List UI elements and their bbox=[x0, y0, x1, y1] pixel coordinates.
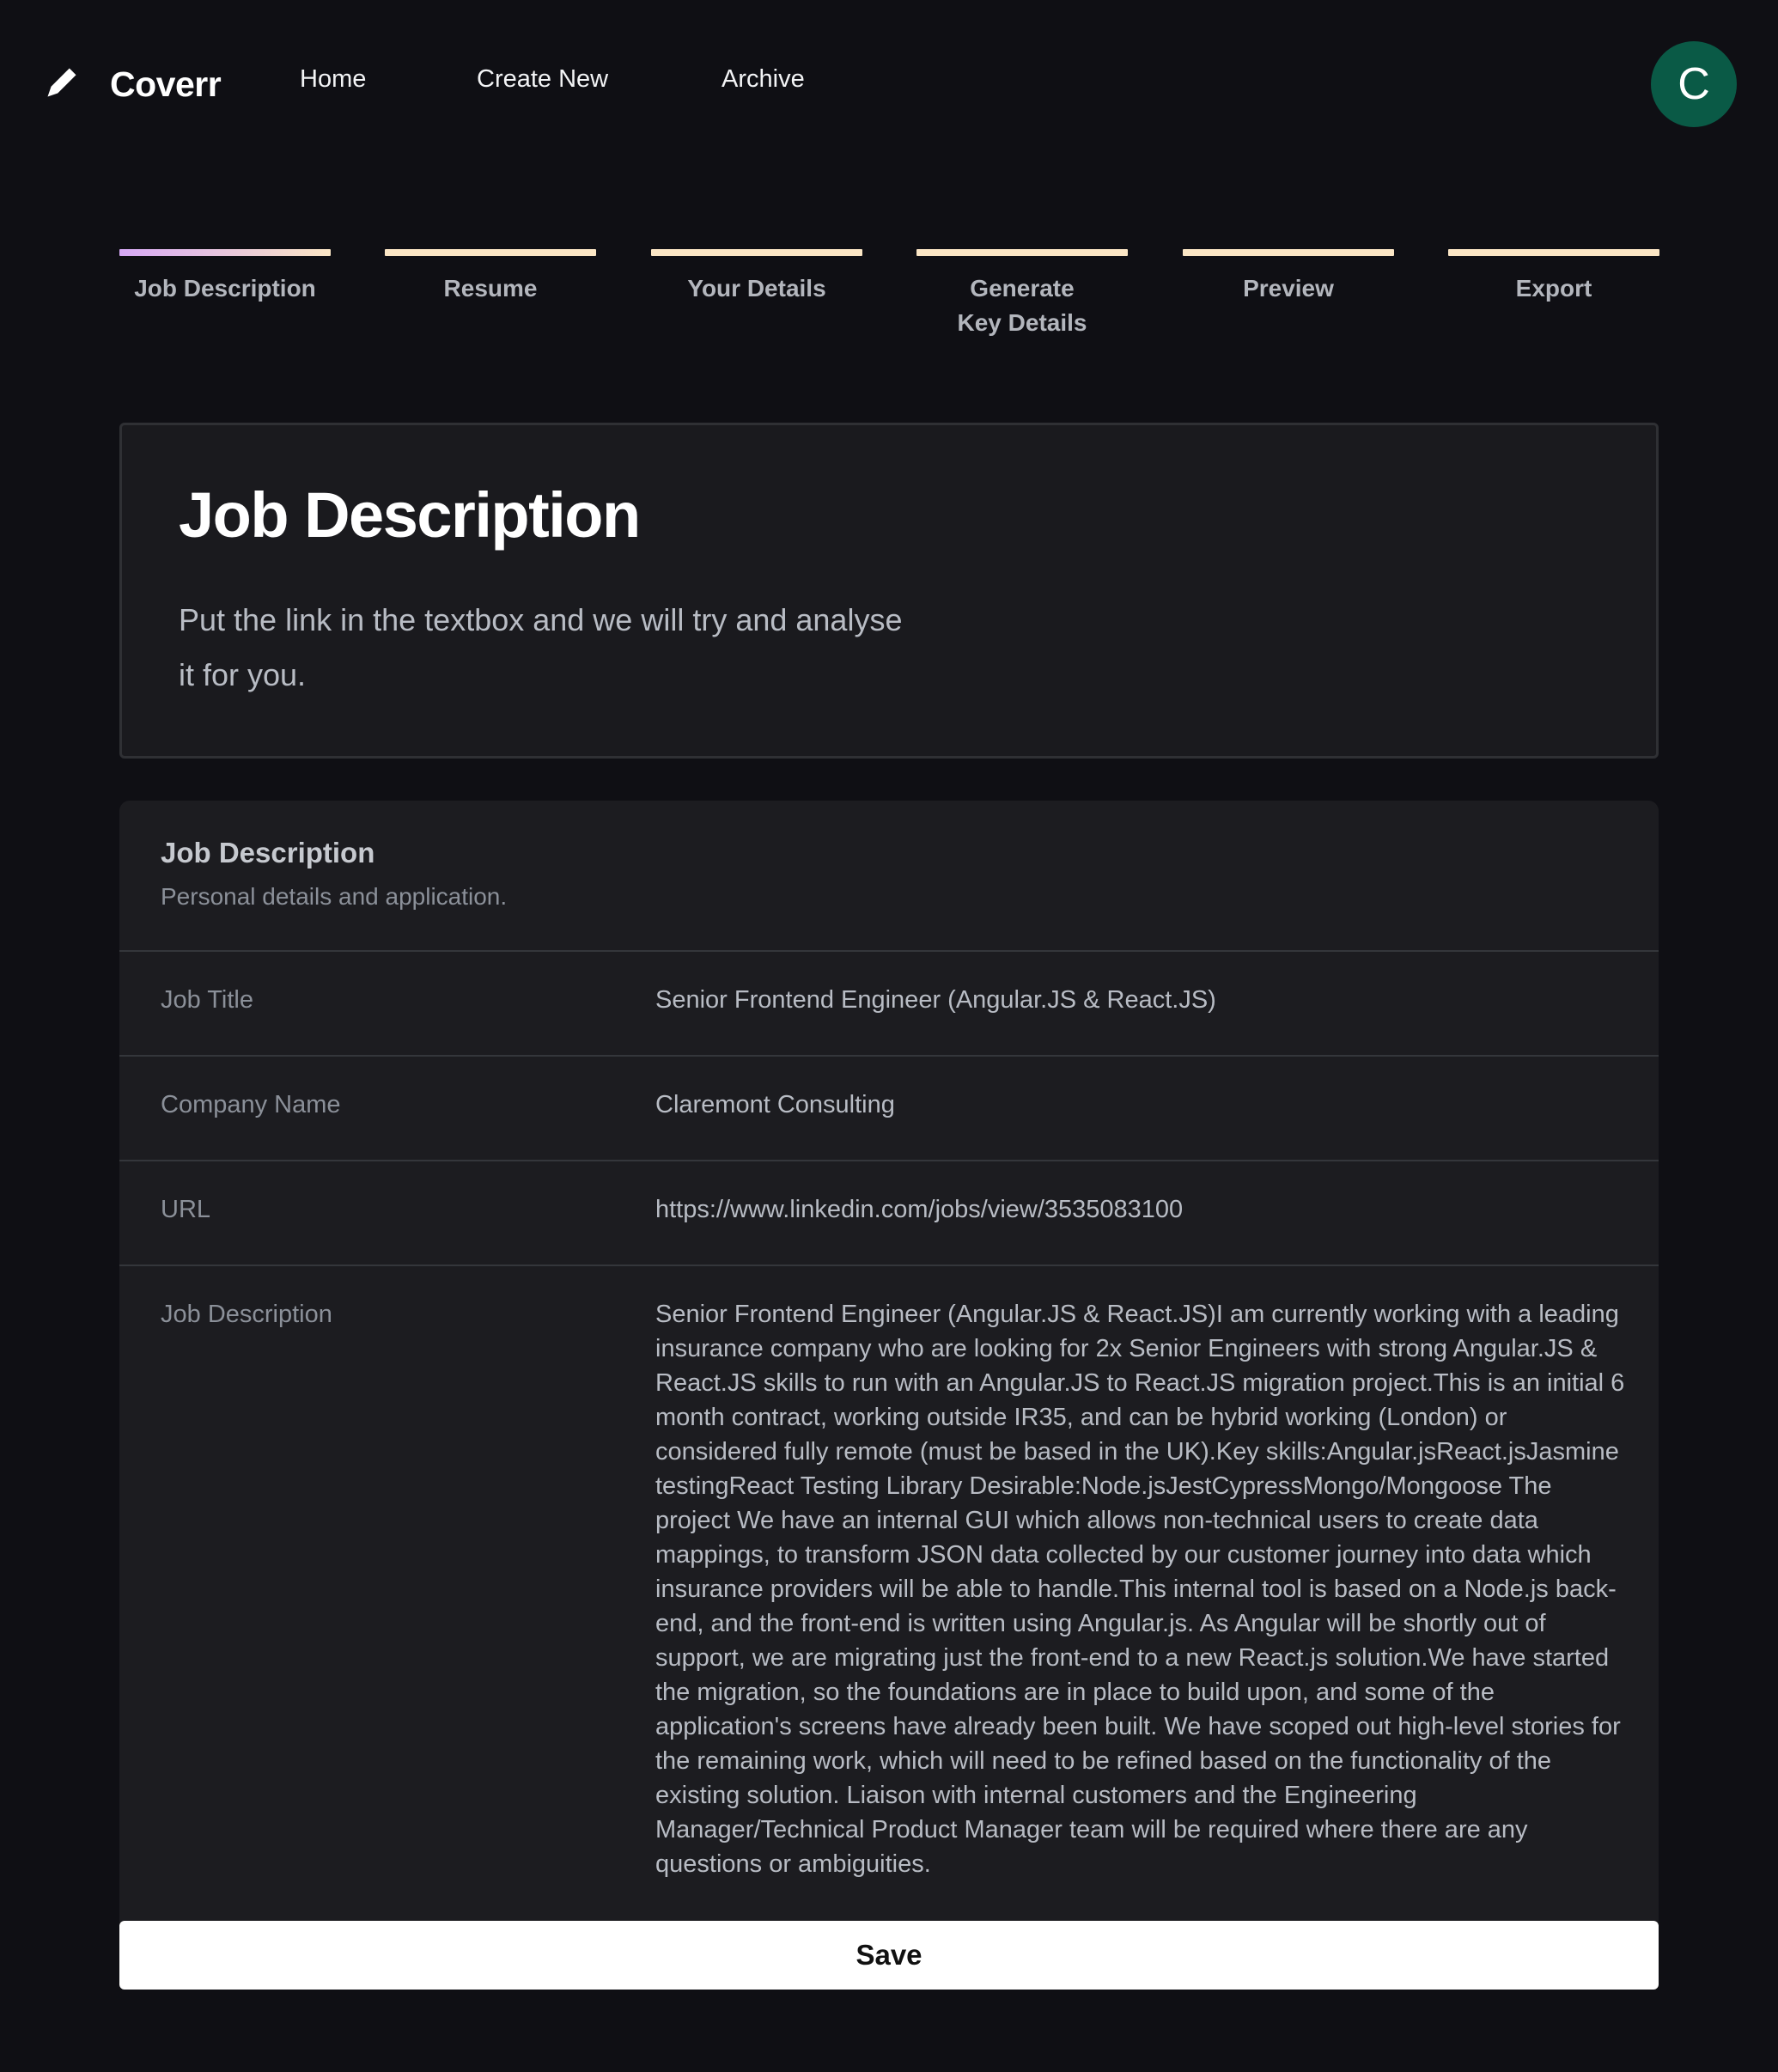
brand-name: Coverr bbox=[110, 64, 222, 104]
step-progress-bar bbox=[385, 249, 596, 256]
detail-value[interactable]: https://www.linkedin.com/jobs/view/35350… bbox=[655, 1196, 1183, 1224]
step-label: Export bbox=[1515, 275, 1592, 302]
avatar[interactable]: C bbox=[1651, 41, 1737, 127]
detail-label: Job Title bbox=[161, 986, 253, 1014]
details-subtitle: Personal details and application. bbox=[161, 883, 508, 910]
detail-row-company-name: Company Name Claremont Consulting bbox=[119, 1057, 1659, 1161]
step-job-description[interactable]: Job Description bbox=[119, 249, 331, 306]
step-progress-bar bbox=[916, 249, 1128, 256]
detail-label: Job Description bbox=[161, 1301, 332, 1328]
brand[interactable]: Coverr bbox=[43, 60, 222, 108]
detail-label: Company Name bbox=[161, 1091, 341, 1118]
intro-description: Put the link in the textbox and we will … bbox=[179, 602, 903, 692]
save-button[interactable]: Save bbox=[119, 1921, 1659, 1990]
detail-row-url: URL https://www.linkedin.com/jobs/view/3… bbox=[119, 1161, 1659, 1266]
step-label: Preview bbox=[1243, 275, 1334, 302]
step-your-details[interactable]: Your Details bbox=[651, 249, 862, 306]
step-label: Generate Key Details bbox=[957, 275, 1087, 336]
details-header: Job Description Personal details and app… bbox=[119, 801, 1659, 952]
detail-value: Senior Frontend Engineer (Angular.JS & R… bbox=[655, 986, 1216, 1014]
detail-value: Senior Frontend Engineer (Angular.JS & R… bbox=[655, 1301, 1625, 1878]
details-title: Job Description bbox=[161, 837, 375, 868]
step-preview[interactable]: Preview bbox=[1183, 249, 1394, 306]
nav-link-create-new[interactable]: Create New bbox=[477, 65, 608, 94]
step-generate-key-details[interactable]: Generate Key Details bbox=[916, 249, 1128, 340]
page-title: Job Description bbox=[179, 479, 641, 551]
nav-link-home[interactable]: Home bbox=[300, 65, 366, 94]
step-label: Job Description bbox=[134, 275, 316, 302]
detail-value: Claremont Consulting bbox=[655, 1091, 895, 1118]
step-export[interactable]: Export bbox=[1448, 249, 1659, 306]
detail-row-job-title: Job Title Senior Frontend Engineer (Angu… bbox=[119, 952, 1659, 1057]
top-nav: Coverr Home Create New Archive C bbox=[0, 0, 1778, 168]
detail-label: URL bbox=[161, 1196, 211, 1223]
step-progress-bar bbox=[651, 249, 862, 256]
details-card: Job Description Personal details and app… bbox=[119, 801, 1659, 1923]
step-progress-bar bbox=[119, 249, 331, 256]
step-progress-bar bbox=[1448, 249, 1659, 256]
pencil-icon bbox=[43, 64, 81, 106]
step-resume[interactable]: Resume bbox=[385, 249, 596, 306]
step-progress-bar bbox=[1183, 249, 1394, 256]
step-label: Resume bbox=[443, 275, 538, 302]
step-label: Your Details bbox=[687, 275, 826, 302]
intro-card: Job Description Put the link in the text… bbox=[119, 423, 1659, 759]
nav-link-archive[interactable]: Archive bbox=[722, 65, 805, 94]
